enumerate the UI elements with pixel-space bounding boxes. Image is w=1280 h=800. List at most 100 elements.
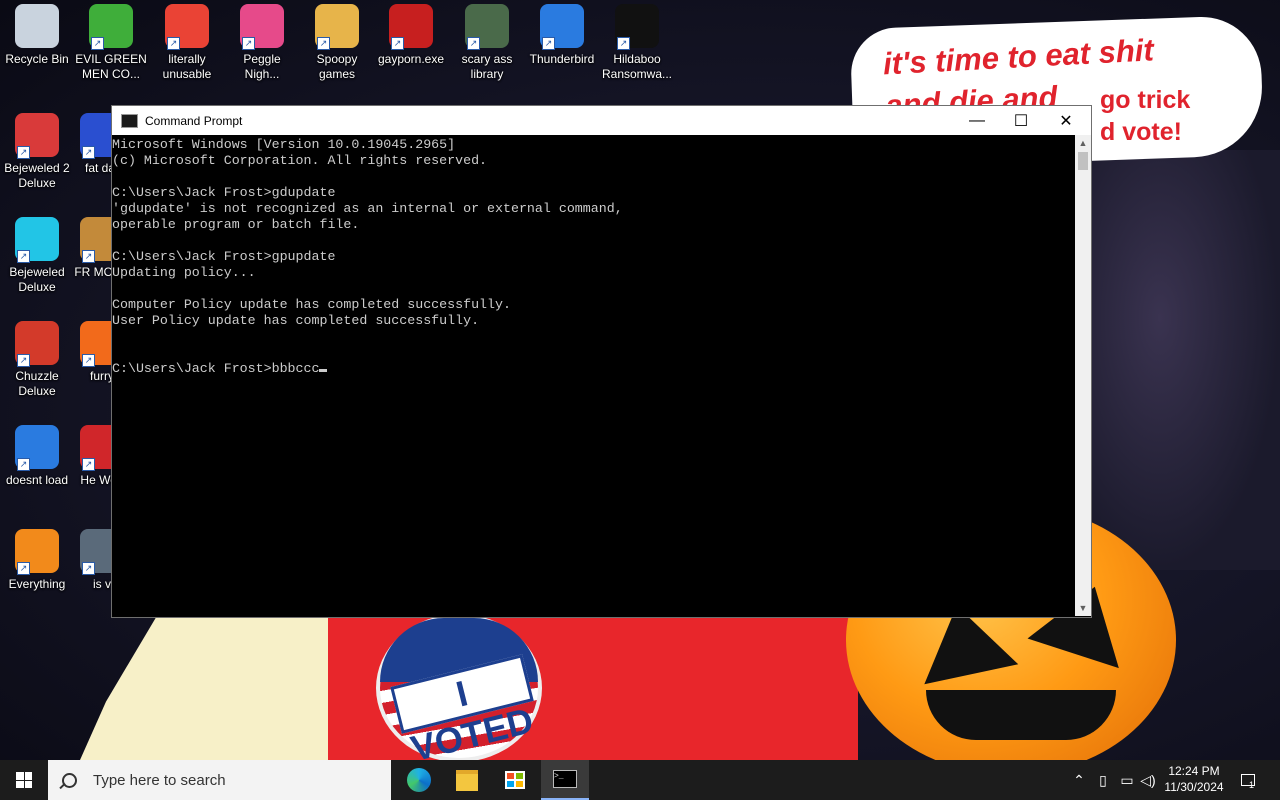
desktop-icon-label: Bejeweled Deluxe bbox=[9, 265, 65, 294]
console-line: 'gdupdate' is not recognized as an inter… bbox=[112, 201, 623, 216]
search-icon bbox=[62, 772, 77, 788]
search-box[interactable]: Type here to search bbox=[48, 760, 391, 800]
folder-icon: ↗ bbox=[315, 4, 359, 50]
clock-time: 12:24 PM bbox=[1168, 764, 1220, 778]
shortcut-arrow-icon: ↗ bbox=[82, 562, 95, 575]
command-prompt-icon bbox=[121, 113, 138, 128]
desktop-icon[interactable]: ↗ Chuzzle Deluxe bbox=[0, 321, 74, 399]
desktop-icon-label: Recycle Bin bbox=[5, 52, 69, 66]
taskbar-file-explorer[interactable] bbox=[443, 760, 491, 800]
diamond-icon: ↗ bbox=[15, 217, 59, 263]
maximize-button[interactable]: ☐ bbox=[998, 106, 1044, 135]
wallpaper-sky bbox=[1080, 150, 1280, 570]
thunderbird-icon: ↗ bbox=[540, 4, 584, 50]
desktop-icon[interactable]: ↗ literally unusable bbox=[150, 4, 224, 82]
edge-icon bbox=[407, 768, 431, 792]
network-icon[interactable]: ▭ bbox=[1116, 760, 1138, 800]
desktop-icon[interactable]: ↗ Everything bbox=[0, 529, 74, 592]
desktop-icon-label: gayporn.exe bbox=[377, 52, 445, 66]
desktop-icon[interactable]: ↗ Bejeweled 2 Deluxe bbox=[0, 113, 74, 191]
console-line: Computer Policy update has completed suc… bbox=[112, 297, 511, 312]
close-button[interactable]: ✕ bbox=[1043, 106, 1089, 135]
desktop-icon[interactable]: ↗ Bejeweled Deluxe bbox=[0, 217, 74, 295]
desktop-icon[interactable]: ↗ Thunderbird bbox=[525, 4, 599, 67]
desktop-icon-label: EVIL GREEN MEN CO... bbox=[75, 52, 147, 81]
console-line: Updating policy... bbox=[112, 265, 256, 280]
desktop-icon-label: Bejeweled 2 Deluxe bbox=[4, 161, 70, 190]
gem-icon: ↗ bbox=[15, 113, 59, 159]
i-voted-pin: I VOTED bbox=[376, 614, 542, 760]
show-hidden-icons-icon[interactable]: ⌃ bbox=[1068, 760, 1090, 800]
recycle-bin-icon bbox=[15, 4, 59, 48]
bubble-line-4: d vote! bbox=[1100, 118, 1182, 146]
shortcut-arrow-icon: ↗ bbox=[391, 37, 404, 50]
desktop-icon-label: Hildaboo Ransomwa... bbox=[601, 52, 673, 81]
shortcut-arrow-icon: ↗ bbox=[17, 458, 30, 471]
notification-icon[interactable]: 1 bbox=[1236, 760, 1260, 800]
desktop-icon-label: Spoopy games bbox=[316, 52, 358, 81]
shortcut-arrow-icon: ↗ bbox=[617, 37, 630, 50]
taskbar-store[interactable] bbox=[491, 760, 539, 800]
shortcut-arrow-icon: ↗ bbox=[17, 146, 30, 159]
shortcut-arrow-icon: ↗ bbox=[82, 250, 95, 263]
desktop-icon-label: Everything bbox=[8, 577, 66, 591]
desktop-icon[interactable]: ↗ Spoopy games bbox=[300, 4, 374, 82]
system-clock[interactable]: 12:24 PM 11/30/2024 bbox=[1150, 763, 1238, 795]
command-prompt-icon: >_ bbox=[553, 770, 577, 788]
console-line: Microsoft Windows [Version 10.0.19045.29… bbox=[112, 137, 456, 152]
shortcut-arrow-icon: ↗ bbox=[17, 354, 30, 367]
pumpkin-mouth bbox=[926, 690, 1116, 740]
taskbar: Type here to search >_ ⌃ ▯ ▭ ◁) 12:24 PM… bbox=[0, 760, 1280, 800]
thunderbird-icon: ↗ bbox=[15, 425, 59, 471]
shortcut-arrow-icon: ↗ bbox=[542, 37, 555, 50]
start-button[interactable] bbox=[0, 760, 48, 800]
desktop-icon[interactable]: ↗ gayporn.exe bbox=[374, 4, 448, 67]
command-line[interactable]: C:\Users\Jack Frost>bbbccc bbox=[112, 361, 319, 376]
minimize-button[interactable]: — bbox=[954, 106, 1000, 135]
console-line: (c) Microsoft Corporation. All rights re… bbox=[112, 153, 488, 168]
console-line: C:\Users\Jack Frost>gpupdate bbox=[112, 249, 336, 264]
desktop-icon[interactable]: ↗ Peggle Nigh... bbox=[225, 4, 299, 82]
desktop-icon[interactable]: ↗ doesnt load bbox=[0, 425, 74, 488]
console-lines: Microsoft Windows [Version 10.0.19045.29… bbox=[112, 137, 1077, 361]
bubble-line-3: go trick bbox=[1100, 86, 1191, 114]
console-output[interactable]: Microsoft Windows [Version 10.0.19045.29… bbox=[112, 135, 1077, 617]
shortcut-arrow-icon: ↗ bbox=[467, 37, 480, 50]
taskbar-command-prompt[interactable]: >_ bbox=[541, 760, 589, 800]
taskbar-edge[interactable] bbox=[395, 760, 443, 800]
scroll-up-icon[interactable]: ▲ bbox=[1075, 135, 1091, 151]
clock-date: 11/30/2024 bbox=[1164, 780, 1224, 794]
scrollbar-thumb[interactable] bbox=[1078, 152, 1088, 170]
scroll-down-icon[interactable]: ▼ bbox=[1075, 600, 1091, 616]
desktop-icon-label: Thunderbird bbox=[529, 52, 595, 66]
window-titlebar[interactable]: Command Prompt — ☐ ✕ bbox=[112, 106, 1091, 135]
desktop-icon[interactable]: ↗ Hildaboo Ransomwa... bbox=[600, 4, 674, 82]
shortcut-arrow-icon: ↗ bbox=[82, 354, 95, 367]
shortcut-arrow-icon: ↗ bbox=[317, 37, 330, 50]
console-line: User Policy update has completed success… bbox=[112, 313, 480, 328]
desktop-icon-label: Chuzzle Deluxe bbox=[15, 369, 59, 398]
flash-icon: ↗ bbox=[389, 4, 433, 50]
device-icon[interactable]: ▯ bbox=[1092, 760, 1114, 800]
notification-count: 1 bbox=[1249, 780, 1255, 790]
desktop-icon-label: Peggle Nigh... bbox=[243, 52, 281, 81]
desktop-icon[interactable]: Recycle Bin bbox=[0, 4, 74, 67]
command-prompt-window[interactable]: Command Prompt — ☐ ✕ Microsoft Windows [… bbox=[111, 105, 1092, 618]
paper-drawing bbox=[80, 614, 340, 760]
shortcut-arrow-icon: ↗ bbox=[167, 37, 180, 50]
vertical-scrollbar[interactable]: ▲ ▼ bbox=[1075, 135, 1091, 616]
console-line: C:\Users\Jack Frost>gdupdate bbox=[112, 185, 336, 200]
speech-bubble-text-2: go trick d vote! bbox=[1100, 84, 1250, 148]
desktop-icon[interactable]: ↗ scary ass library bbox=[450, 4, 524, 82]
desktop-icon[interactable]: ↗ EVIL GREEN MEN CO... bbox=[74, 4, 148, 82]
shortcut-arrow-icon: ↗ bbox=[17, 250, 30, 263]
windows-logo-icon bbox=[16, 772, 32, 788]
shield-icon: ↗ bbox=[615, 4, 659, 50]
peggle-icon: ↗ bbox=[240, 4, 284, 50]
store-icon bbox=[505, 771, 525, 789]
shortcut-arrow-icon: ↗ bbox=[17, 562, 30, 575]
